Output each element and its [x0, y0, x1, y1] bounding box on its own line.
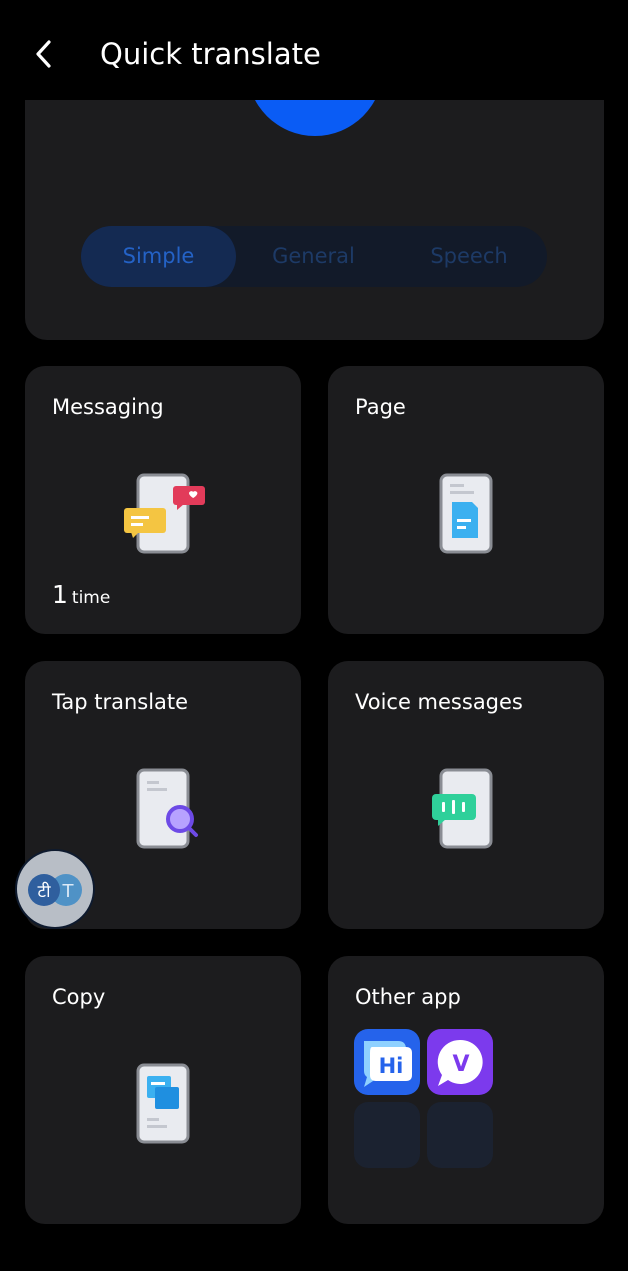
phone-copy-icon — [136, 1063, 190, 1144]
messaging-card[interactable]: Messaging 1 time — [25, 366, 301, 634]
floating-translate-button[interactable]: टी T — [17, 851, 93, 927]
page-card[interactable]: Page — [328, 366, 604, 634]
phone-document-icon — [439, 473, 493, 554]
other-app-card: Other app Hi V — [328, 956, 604, 1224]
hi-app-label: Hi — [379, 1054, 404, 1078]
copy-card[interactable]: Copy — [25, 956, 301, 1224]
usage-count-number: 1 — [52, 580, 68, 609]
v-app-icon[interactable]: V — [427, 1029, 493, 1095]
floating-right-glyph: T — [62, 881, 75, 902]
usage-count-unit: time — [71, 588, 111, 608]
other-app-title: Other app — [355, 985, 461, 1009]
mode-tab-general[interactable]: General — [236, 226, 391, 287]
mode-tab-speech[interactable]: Speech — [391, 226, 547, 287]
floating-left-glyph: टी — [38, 881, 52, 902]
mode-tab-simple[interactable]: Simple — [81, 226, 236, 287]
back-arrow-icon[interactable] — [28, 36, 58, 72]
preview-blue-circle — [247, 100, 383, 136]
empty-app-slot — [354, 1102, 420, 1168]
v-app-label: V — [452, 1052, 469, 1077]
page-title: Quick translate — [100, 37, 321, 71]
translate-bubble-icon: टी T — [28, 874, 82, 906]
top-app-bar: Quick translate — [0, 0, 628, 100]
voice-messages-card[interactable]: Voice messages — [328, 661, 604, 929]
mode-segmented-control: Simple General Speech — [81, 226, 547, 287]
hi-translate-app-icon[interactable]: Hi — [354, 1029, 420, 1095]
phone-voice-bubble-icon — [432, 768, 493, 849]
empty-app-slot — [427, 1102, 493, 1168]
usage-count: 1 time — [52, 580, 110, 609]
preview-card: Simple General Speech — [25, 100, 604, 340]
